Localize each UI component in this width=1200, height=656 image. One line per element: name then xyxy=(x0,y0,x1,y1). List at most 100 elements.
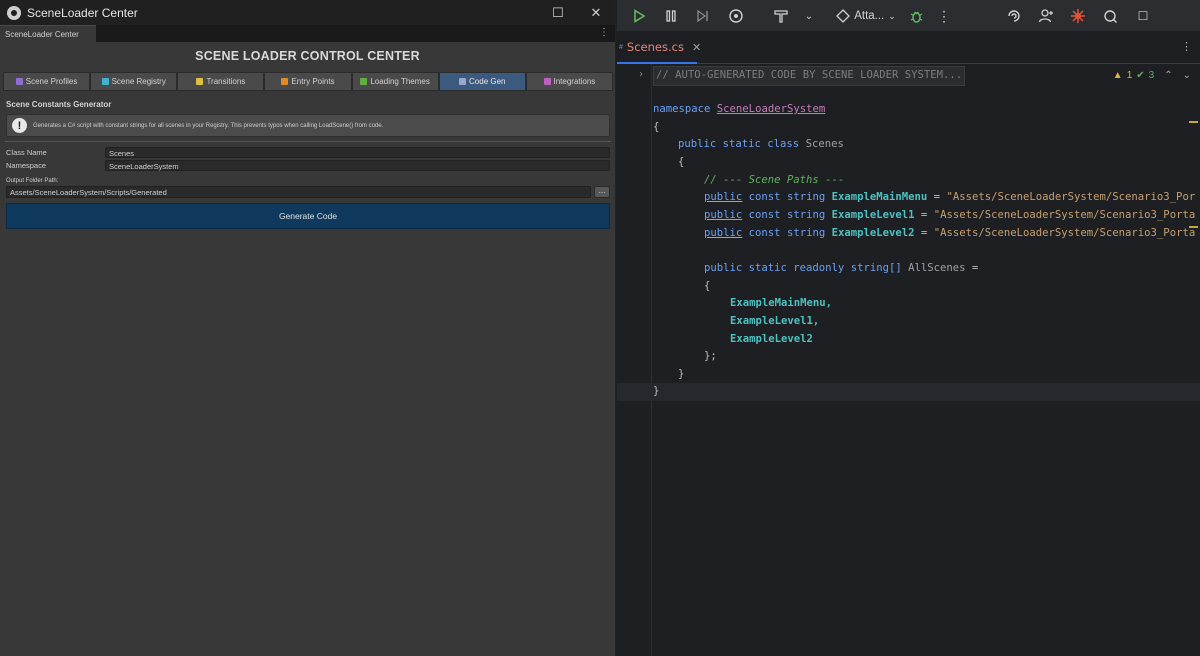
attach-debugger-icon xyxy=(836,9,851,23)
window-title-bar: SceneLoader Center ☐ ✕ xyxy=(0,0,615,25)
array-item: ExampleLevel2 xyxy=(730,333,813,345)
maximize-icon[interactable]: ☐ xyxy=(1135,6,1151,26)
debug-bug-icon[interactable] xyxy=(907,6,925,26)
code-line: { xyxy=(617,154,1200,172)
close-tab-icon[interactable]: ✕ xyxy=(692,41,701,54)
browse-button[interactable]: ... xyxy=(594,186,610,198)
puzzle-icon xyxy=(543,78,551,85)
tab-scene-profiles[interactable]: Scene Profiles xyxy=(3,72,91,91)
constant-name: ExampleLevel1 xyxy=(831,209,915,221)
help-text: Generates a C# script with constant stri… xyxy=(33,122,384,129)
run-config-selector[interactable]: Atta... ⌄ xyxy=(835,6,897,26)
plugin-burst-icon[interactable] xyxy=(1069,6,1087,26)
output-folder-label: Output Folder Path: xyxy=(6,178,59,184)
build-hammer-icon[interactable] xyxy=(772,6,790,26)
window-title: SceneLoader Center xyxy=(27,5,138,20)
code-line: // --- Scene Paths --- xyxy=(617,172,1200,190)
tab-label: Code Gen xyxy=(469,77,506,86)
pause-icon[interactable] xyxy=(663,6,679,26)
fold-expand-icon[interactable]: › xyxy=(638,66,644,84)
step-icon[interactable] xyxy=(695,6,711,26)
image-icon xyxy=(360,78,368,85)
string-literal: "Assets/SceneLoaderSystem/Scenario3_Port… xyxy=(933,227,1196,239)
class-name-row: Class Name Scenes xyxy=(6,146,610,158)
door-icon xyxy=(281,78,289,85)
tab-label: Scene Registry xyxy=(111,77,166,86)
code-line: ExampleLevel2 xyxy=(617,331,1200,349)
tab-scene-loader-center[interactable]: SceneLoader Center xyxy=(0,25,96,42)
close-icon[interactable]: ✕ xyxy=(579,0,613,25)
tab-label: Loading Themes xyxy=(370,77,430,86)
maximize-icon[interactable]: ☐ xyxy=(541,0,575,25)
code-line: › // AUTO-GENERATED CODE BY SCENE LOADER … xyxy=(617,66,1200,86)
code-line: ExampleMainMenu, xyxy=(617,295,1200,313)
tab-label: Entry Points xyxy=(291,77,335,86)
more-actions-icon[interactable]: ⋮ xyxy=(937,6,951,26)
class-name-field[interactable]: Scenes xyxy=(105,146,610,158)
keyword: public xyxy=(704,209,743,221)
tab-code-gen[interactable]: Code Gen xyxy=(438,72,526,91)
code-line: public const string ExampleLevel1 = "Ass… xyxy=(704,209,1196,221)
sparkle-icon xyxy=(196,78,204,85)
namespace-name: SceneLoaderSystem xyxy=(716,103,826,115)
code-line: }; xyxy=(617,348,1200,366)
run-config-label: Atta... xyxy=(854,10,885,22)
brace: { xyxy=(704,280,711,292)
search-icon[interactable] xyxy=(1101,6,1119,26)
code-line: public const string ExampleMainMenu = "A… xyxy=(704,191,1196,203)
code-line: namespace SceneLoaderSystem xyxy=(617,101,1200,119)
string-literal: "Assets/SceneLoaderSystem/Scenario3_Por xyxy=(946,191,1196,203)
help-box: ! Generates a C# script with constant st… xyxy=(6,114,610,137)
main-tabs: Scene Profiles Scene Registry Transition… xyxy=(3,72,613,91)
tabs-more-icon[interactable]: ⋮ xyxy=(1181,40,1192,53)
code-gen-panel: Scene Constants Generator ! Generates a … xyxy=(3,97,613,229)
tab-entry-points[interactable]: Entry Points xyxy=(264,72,352,91)
ide-window: ⌄ Atta... ⌄ ⋮ ☐ # Scenes.cs ✕ ⋮ ▲ 1 ✔ 3 … xyxy=(617,0,1200,656)
tab-label: Transitions xyxy=(206,77,246,86)
ai-assistant-icon[interactable] xyxy=(1005,6,1023,26)
file-tab-label: Scenes.cs xyxy=(626,40,684,54)
class-name: Scenes xyxy=(805,138,844,150)
brace: }; xyxy=(704,350,717,362)
add-user-icon[interactable] xyxy=(1037,6,1055,26)
chevron-down-icon: ⌄ xyxy=(888,10,896,21)
output-path-row: Assets/SceneLoaderSystem/Scripts/Generat… xyxy=(6,186,610,198)
keyword: namespace xyxy=(653,103,711,115)
array-item: ExampleMainMenu, xyxy=(730,297,833,309)
tab-transitions[interactable]: Transitions xyxy=(177,72,265,91)
keyword: const string xyxy=(748,209,826,221)
code-line: { xyxy=(617,278,1200,296)
output-path-field[interactable]: Assets/SceneLoaderSystem/Scripts/Generat… xyxy=(6,186,591,198)
tab-integrations[interactable]: Integrations xyxy=(525,72,613,91)
code-line: } xyxy=(617,366,1200,384)
array-item: ExampleLevel1, xyxy=(730,315,820,327)
code-line: public static class Scenes xyxy=(617,136,1200,154)
keyword: public xyxy=(704,227,743,239)
tab-menu-icon[interactable]: ⋮ xyxy=(599,27,609,38)
collapsed-comment[interactable]: // AUTO-GENERATED CODE BY SCENE LOADER S… xyxy=(653,66,966,86)
editor-tab-bar: SceneLoader Center ⋮ xyxy=(0,25,615,42)
chevron-down-icon[interactable]: ⌄ xyxy=(803,6,815,26)
tab-scene-registry[interactable]: Scene Registry xyxy=(90,72,178,91)
keyword: const string xyxy=(748,227,826,239)
code-line: } xyxy=(617,383,1200,401)
registry-icon xyxy=(101,78,109,85)
run-icon[interactable] xyxy=(631,6,647,26)
keyword: const string xyxy=(748,191,826,203)
code-editor[interactable]: ▲ 1 ✔ 3 ⌃ ⌄ ›// AUTO-GENERATED CODE BY S… xyxy=(617,64,1200,656)
constant-name: ExampleMainMenu xyxy=(831,191,928,203)
divider xyxy=(5,141,611,142)
class-name-label: Class Name xyxy=(6,147,47,157)
code-line: public const string ExampleLevel2 = "Ass… xyxy=(704,227,1196,239)
scene-loader-window: SceneLoader Center ☐ ✕ SceneLoader Cente… xyxy=(0,0,616,656)
tab-loading-themes[interactable]: Loading Themes xyxy=(351,72,439,91)
namespace-field[interactable]: SceneLoaderSystem xyxy=(105,159,610,171)
info-icon: ! xyxy=(12,118,27,133)
unity-attach-icon[interactable] xyxy=(727,6,745,26)
brace: { xyxy=(678,156,685,168)
tab-label: Scene Profiles xyxy=(25,77,78,86)
tab-scenes-cs[interactable]: # Scenes.cs ✕ xyxy=(617,32,701,64)
brace: } xyxy=(678,368,685,380)
code-line: ExampleLevel1, xyxy=(617,313,1200,331)
generate-code-button[interactable]: Generate Code xyxy=(6,203,610,229)
